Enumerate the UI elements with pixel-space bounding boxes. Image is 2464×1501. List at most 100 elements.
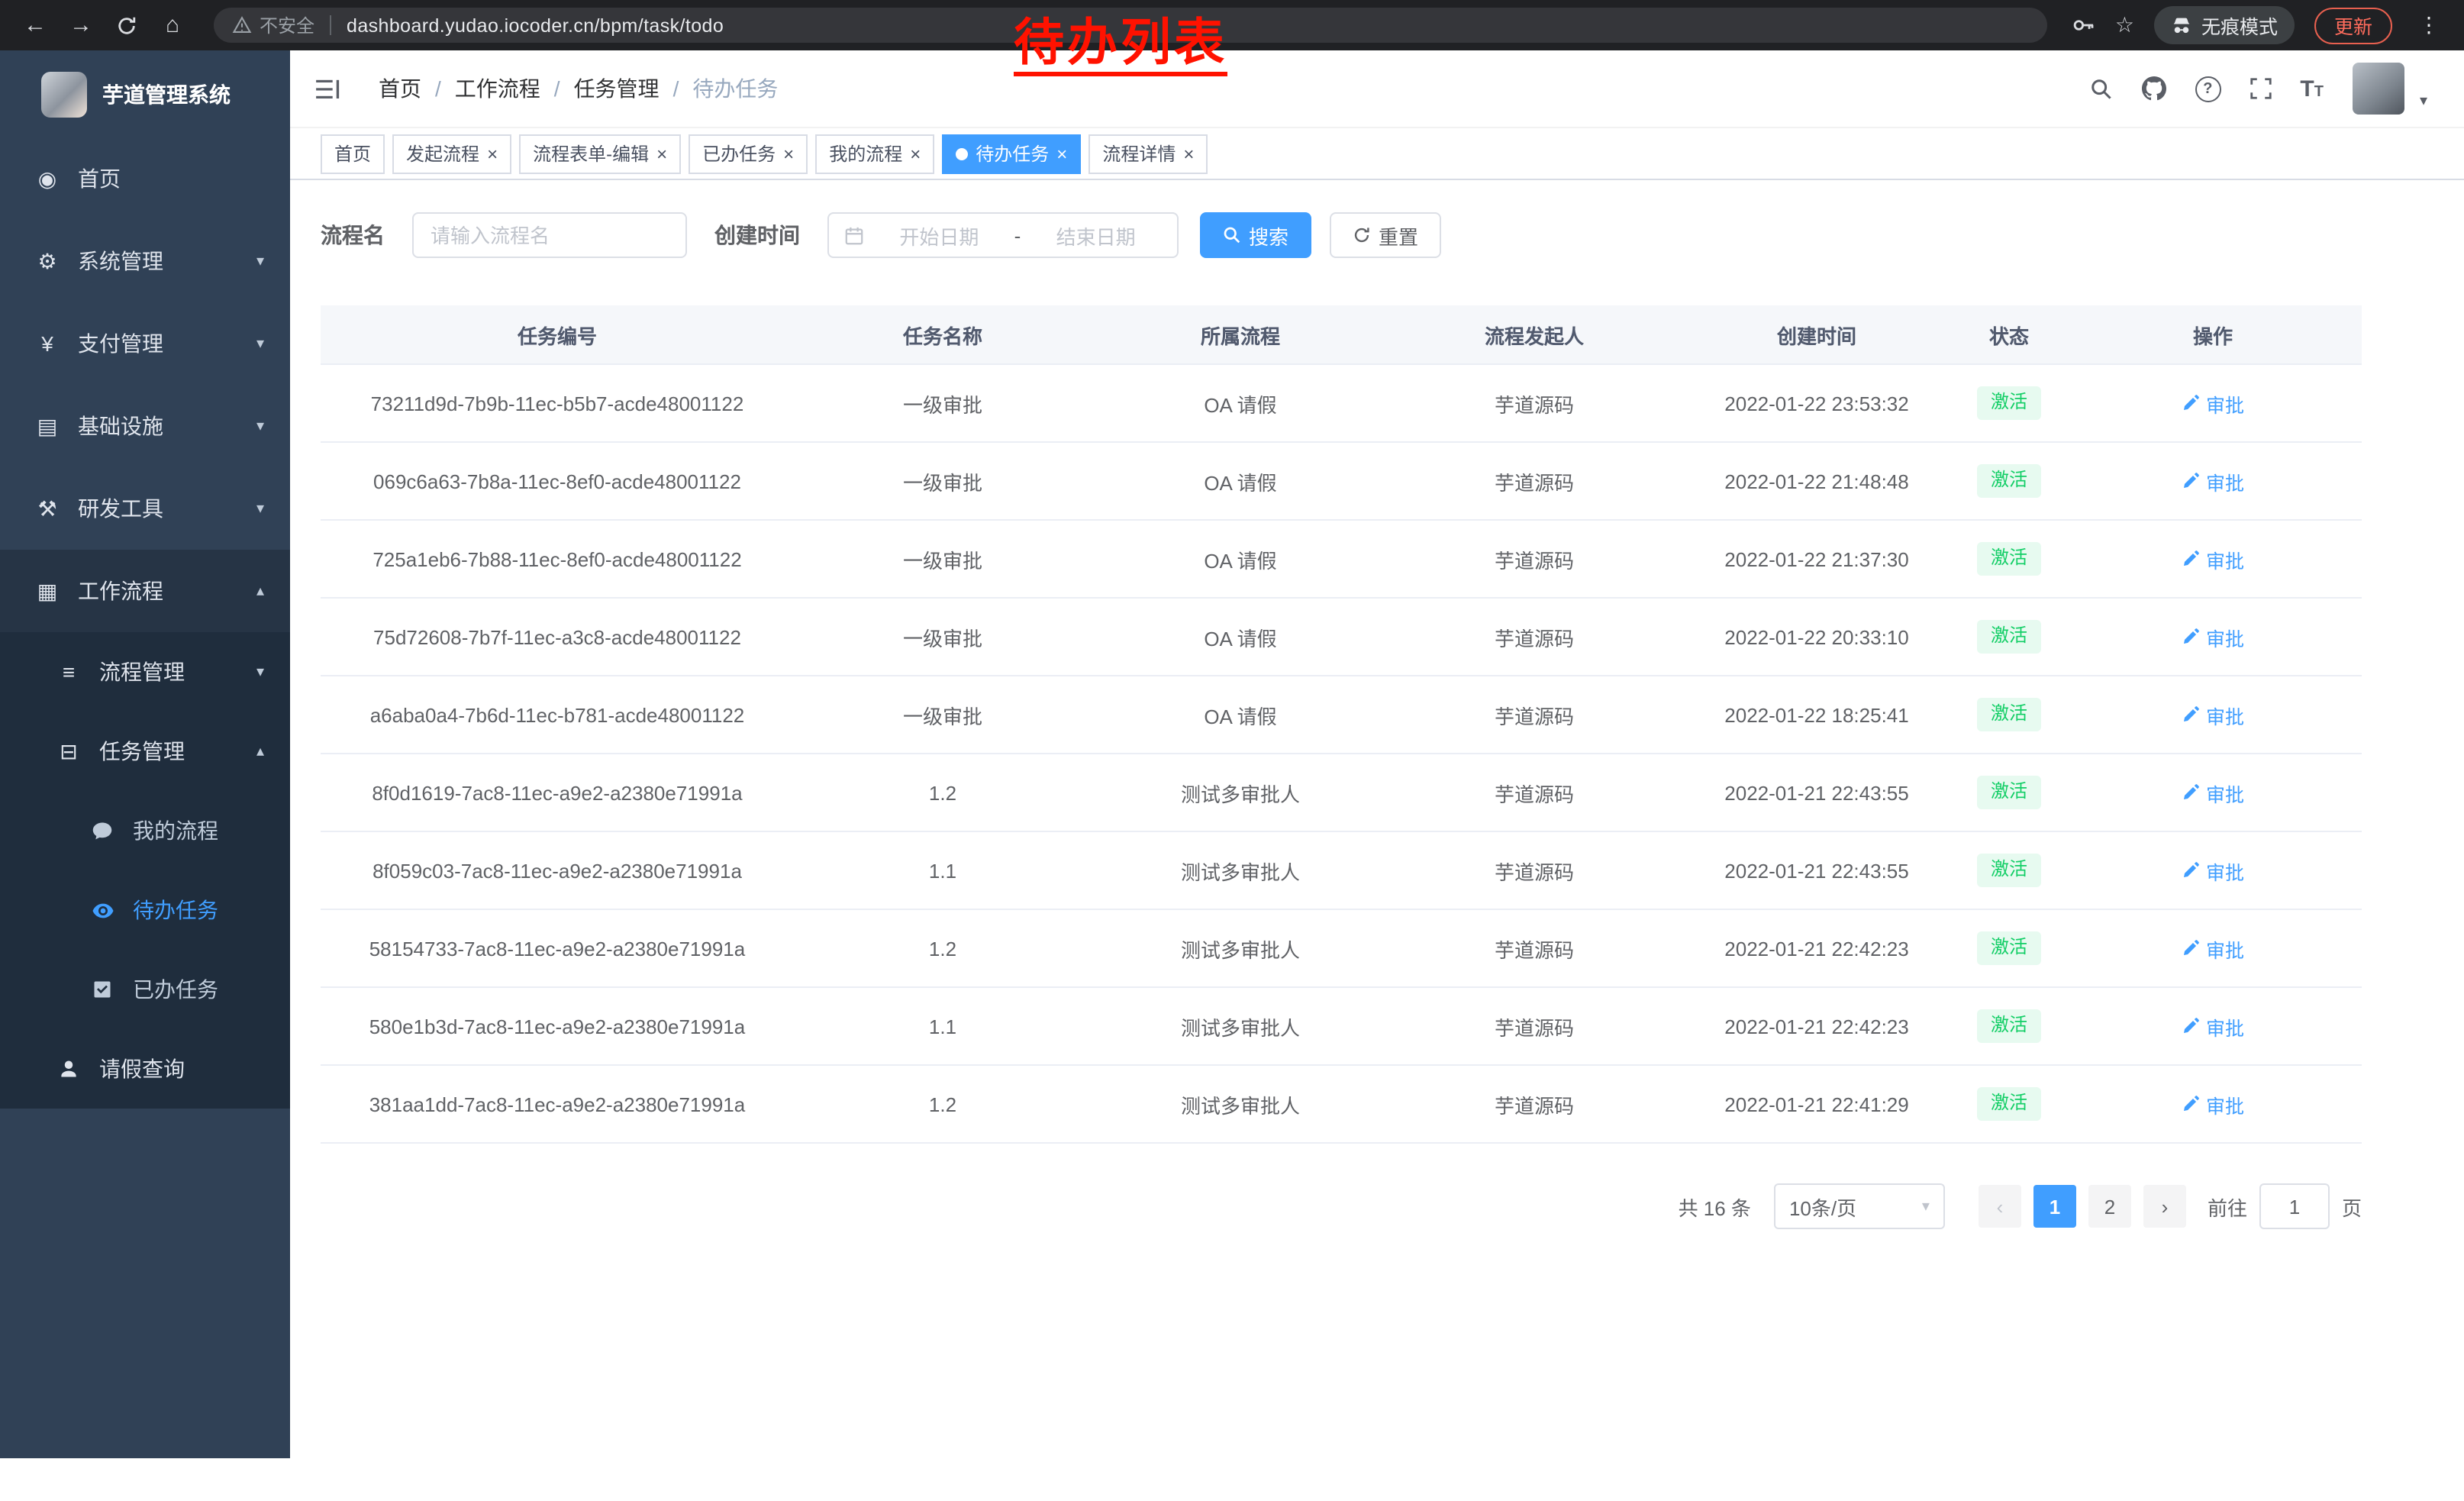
close-icon[interactable]: × [487,144,498,163]
github-icon[interactable] [2141,76,2166,101]
browser-home-button[interactable]: ⌂ [150,0,195,50]
close-icon[interactable]: × [783,144,794,163]
next-page-button[interactable]: › [2143,1185,2186,1228]
tab-label: 流程表单-编辑 [533,140,649,166]
close-icon[interactable]: × [1056,144,1067,163]
chevron-down-icon: ▾ [256,663,264,680]
close-icon[interactable]: × [1183,144,1194,163]
address-bar[interactable]: 不安全 dashboard.yudao.iocoder.cn/bpm/task/… [214,8,2048,43]
cell-initiator: 芋道源码 [1389,364,1679,442]
cell-actions: 审批 [2064,987,2362,1065]
sidebar-item-label: 待办任务 [133,895,218,925]
pencil-icon [2182,1095,2200,1113]
goto-label: 前往 [2208,1192,2247,1221]
fullscreen-icon[interactable] [2250,78,2271,99]
sidebar-item-process-management[interactable]: ≡ 流程管理 ▾ [0,632,290,712]
column-actions: 操作 [2064,305,2362,364]
approve-link-label: 审批 [2206,1089,2244,1118]
help-icon[interactable]: ? [2195,76,2221,102]
tab-todo-tasks[interactable]: 待办任务 × [942,134,1081,173]
browser-reload-button[interactable] [104,0,150,50]
approve-link[interactable]: 审批 [2182,1089,2244,1118]
approve-link[interactable]: 审批 [2182,778,2244,807]
close-icon[interactable]: × [910,144,921,163]
sidebar-item-task-management[interactable]: ⊟ 任务管理 ▴ [0,712,290,791]
cell-actions: 审批 [2064,520,2362,598]
cell-task-id: 069c6a63-7b8a-11ec-8ef0-acde48001122 [321,442,794,520]
table-row: 580e1b3d-7ac8-11ec-a9e2-a2380e71991a 1.1… [321,987,2362,1065]
password-key-icon[interactable] [2072,14,2095,37]
browser-back-button[interactable]: ← [12,0,58,50]
sidebar-item-dev-tools[interactable]: ⚒ 研发工具 ▾ [0,467,290,550]
sidebar-item-my-processes[interactable]: 我的流程 [0,791,290,870]
table-header-row: 任务编号 任务名称 所属流程 流程发起人 创建时间 状态 操作 [321,305,2362,364]
close-icon[interactable]: × [656,144,667,163]
sidebar-item-home[interactable]: ◉ 首页 [0,137,290,220]
sidebar-item-infrastructure[interactable]: ▤ 基础设施 ▾ [0,385,290,467]
pencil-icon [2182,939,2200,957]
page-button-2[interactable]: 2 [2088,1185,2131,1228]
sidebar-item-payment-management[interactable]: ¥ 支付管理 ▾ [0,302,290,385]
approve-link-label: 审批 [2206,778,2244,807]
browser-forward-button[interactable]: → [58,0,104,50]
goto-page-input[interactable] [2259,1183,2330,1229]
approve-link-label: 审批 [2206,622,2244,651]
sidebar-item-system-management[interactable]: ⚙ 系统管理 ▾ [0,220,290,302]
home-icon: ⌂ [166,12,179,38]
bookmark-star-icon[interactable]: ☆ [2115,12,2134,38]
page-size-select[interactable]: 10条/页 ▾ [1774,1183,1945,1229]
tab-label: 待办任务 [976,140,1049,166]
page-button-1[interactable]: 1 [2033,1185,2076,1228]
approve-link[interactable]: 审批 [2182,389,2244,418]
browser-menu-icon[interactable]: ⋮ [2412,12,2446,38]
cell-actions: 审批 [2064,676,2362,754]
breadcrumb-task-management[interactable]: 任务管理 [574,73,660,104]
approve-link[interactable]: 审批 [2182,934,2244,963]
tags-view: 首页 发起流程 × 流程表单-编辑 × 已办任务 × 我的流程 × [290,128,2464,180]
approve-link[interactable]: 审批 [2182,544,2244,573]
tab-done-tasks[interactable]: 已办任务 × [689,134,808,173]
tab-start-process[interactable]: 发起流程 × [392,134,511,173]
filter-bar: 流程名 创建时间 开始日期 - 结束日期 搜索 重 [321,211,2464,260]
reset-button[interactable]: 重置 [1330,212,1441,258]
avatar-caret-icon[interactable]: ▾ [2420,93,2427,110]
tab-my-processes[interactable]: 我的流程 × [815,134,934,173]
screen: ← → ⌂ 不安全 dashboard.yudao.iocoder.cn/bpm… [0,0,2464,1501]
cell-actions: 审批 [2064,754,2362,831]
process-name-input[interactable] [412,212,687,258]
sidebar-item-done-tasks[interactable]: 已办任务 [0,950,290,1029]
user-avatar[interactable] [2353,63,2404,115]
sidebar-item-leave-query[interactable]: 请假查询 [0,1029,290,1109]
cell-actions: 审批 [2064,909,2362,987]
browser-update-button[interactable]: 更新 [2314,7,2392,44]
process-name-label: 流程名 [321,220,385,250]
cell-process: 测试多审批人 [1092,1065,1389,1143]
approve-link[interactable]: 审批 [2182,622,2244,651]
tab-form-edit[interactable]: 流程表单-编辑 × [519,134,681,173]
search-icon[interactable] [2089,77,2112,100]
approve-link-label: 审批 [2206,389,2244,418]
breadcrumb-workflow[interactable]: 工作流程 [455,73,540,104]
approve-link[interactable]: 审批 [2182,856,2244,885]
table-row: 75d72608-7b7f-11ec-a3c8-acde48001122 一级审… [321,598,2362,676]
approve-link[interactable]: 审批 [2182,1012,2244,1041]
page-size-value: 10条/页 [1789,1192,1856,1221]
font-size-small: T [2314,85,2324,100]
date-range-picker[interactable]: 开始日期 - 结束日期 [827,212,1179,258]
prev-page-button[interactable]: ‹ [1979,1185,2021,1228]
sidebar-item-workflow[interactable]: ▦ 工作流程 ▴ [0,550,290,632]
breadcrumb-home[interactable]: 首页 [379,73,421,104]
search-button[interactable]: 搜索 [1200,212,1311,258]
cell-task-name: 一级审批 [794,364,1092,442]
cell-actions: 审批 [2064,1065,2362,1143]
active-tab-dot [956,147,968,160]
check-square-icon [89,979,116,1000]
font-size-icon[interactable]: TT [2300,77,2324,100]
sidebar-item-todo-tasks[interactable]: 待办任务 [0,870,290,950]
tab-process-detail[interactable]: 流程详情 × [1088,134,1208,173]
approve-link[interactable]: 审批 [2182,700,2244,729]
tab-home[interactable]: 首页 [321,134,385,173]
approve-link[interactable]: 审批 [2182,466,2244,495]
sidebar-collapse-button[interactable] [316,77,342,100]
cell-task-name: 一级审批 [794,676,1092,754]
